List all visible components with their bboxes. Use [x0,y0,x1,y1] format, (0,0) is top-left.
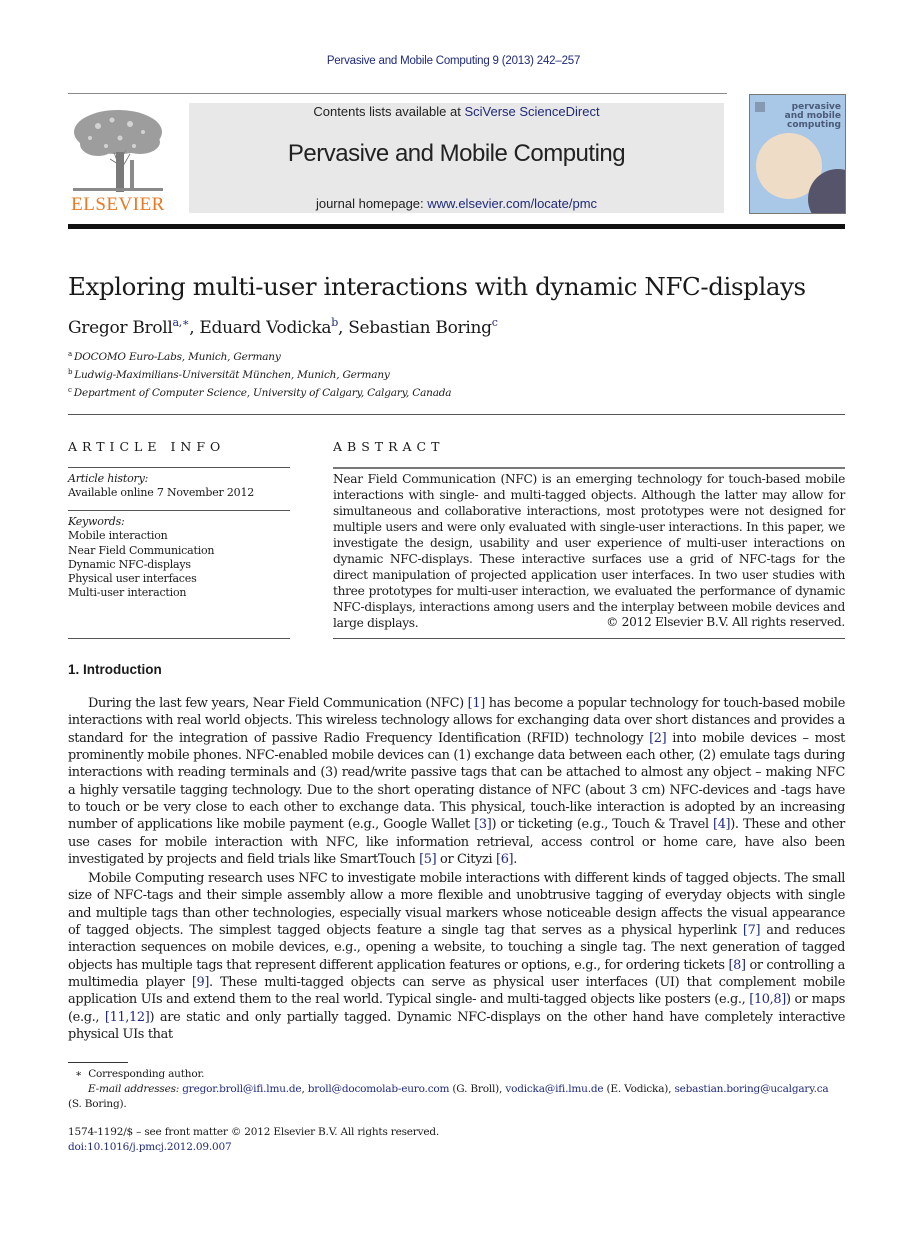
keyword-item: Dynamic NFC-displays [68,557,191,571]
sciencedirect-link[interactable]: SciVerse ScienceDirect [464,104,599,119]
footnote-divider [68,1062,128,1063]
divider [68,414,845,415]
article-title: Exploring multi-user interactions with d… [68,272,806,301]
divider [68,467,290,468]
history-label: Article history: [68,472,149,485]
citation-link[interactable]: [2] [649,731,667,746]
homepage-line: journal homepage: www.elsevier.com/locat… [189,196,724,211]
citation-link[interactable]: [8] [728,958,746,973]
elsevier-wordmark: ELSEVIER [71,194,165,215]
citation-link[interactable]: [11,12] [105,1010,150,1025]
abstract-copyright: © 2012 Elsevier B.V. All rights reserved… [606,615,845,629]
affiliation-mark: b [68,368,73,376]
article-history: Article history: Available online 7 Nove… [68,472,254,501]
section-heading-introduction: 1. Introduction [68,662,162,677]
elsevier-logo[interactable]: ELSEVIER [68,104,168,215]
contents-line: Contents lists available at SciVerse Sci… [189,104,724,119]
affiliation-mark: a [68,350,72,358]
divider [68,638,290,639]
email-label: E-mail addresses: [88,1083,180,1095]
affiliation: a DOCOMO Euro-Labs, Munich, Germany [68,350,281,363]
divider [333,467,845,469]
keyword-item: Multi-user interaction [68,586,187,600]
affiliation-text: DOCOMO Euro-Labs, Munich, Germany [73,351,281,363]
citation-link[interactable]: [7] [743,923,761,938]
homepage-prefix: journal homepage: [315,196,428,211]
affiliation: c Department of Computer Science, Univers… [68,386,452,399]
corresponding-author-note: ∗ Corresponding author. [75,1067,204,1082]
journal-homepage-link[interactable]: www.elsevier.com/locate/pmc [427,196,597,211]
cover-title: pervasive and mobile computing [756,103,841,130]
keyword-item: Near Field Communication [68,543,215,557]
divider [333,638,845,639]
running-head: Pervasive and Mobile Computing 9 (2013) … [0,55,907,67]
top-divider [68,93,727,94]
front-matter-note: 1574-1192/$ – see front matter © 2012 El… [68,1126,440,1138]
keyword-item: Mobile interaction [68,529,168,543]
masthead-thick-rule [68,224,845,229]
footnote-mark: ∗ [75,1068,82,1080]
author-name: Eduard Vodicka [199,318,332,338]
cover-title-line: computing [787,120,841,130]
abstract-heading: ABSTRACT [333,439,445,454]
email-link[interactable]: vodicka@ifi.lmu.de [505,1083,603,1095]
affiliation-text: Ludwig-Maximilians-Universität München, … [74,369,390,381]
footnote-text: Corresponding author. [88,1068,205,1080]
journal-name: Pervasive and Mobile Computing [287,140,626,167]
email-addresses: E-mail addresses: gregor.broll@ifi.lmu.d… [68,1082,845,1112]
author-name: Sebastian Boring [348,318,492,338]
abstract-text: Near Field Communication (NFC) is an eme… [333,472,845,630]
doi-link[interactable]: doi:10.1016/j.pmcj.2012.09.007 [68,1141,232,1153]
author-affiliation-link[interactable]: b [331,316,338,329]
keywords-label: Keywords: [68,515,125,528]
author-affiliation-link[interactable]: a,∗ [173,316,190,329]
citation-link[interactable]: [5] [419,852,437,867]
journal-cover-image[interactable]: pervasive and mobile computing [749,94,846,214]
email-link[interactable]: broll@docomolab-euro.com [308,1083,450,1095]
author-list: Gregor Brolla,∗, Eduard Vodickab, Sebast… [68,316,498,338]
citation-link[interactable]: [10,8] [749,992,786,1007]
email-owner: (G. Broll), [449,1083,506,1095]
citation-link[interactable]: [9] [192,975,210,990]
contents-prefix: Contents lists available at [313,104,465,119]
body-paragraph: During the last few years, Near Field Co… [68,696,845,868]
citation-link[interactable]: [4] [713,817,731,832]
body-paragraph: Mobile Computing research uses NFC to in… [68,871,846,1043]
journal-citation-link[interactable]: Pervasive and Mobile Computing 9 (2013) … [327,55,581,67]
citation-link[interactable]: [6] [496,852,514,867]
doi-line: doi:10.1016/j.pmcj.2012.09.007 [68,1140,232,1155]
citation-link[interactable]: [1] [468,696,486,711]
affiliation: b Ludwig-Maximilians-Universität München,… [68,368,390,381]
author-name: Gregor Broll [68,318,173,338]
email-link[interactable]: gregor.broll@ifi.lmu.de [182,1083,301,1095]
history-value: Available online 7 November 2012 [68,486,255,500]
affiliation-text: Department of Computer Science, Universi… [73,387,452,399]
article-info-heading: ARTICLE INFO [68,439,226,454]
email-link[interactable]: sebastian.boring@ucalgary.ca [674,1083,828,1095]
divider [68,510,290,511]
keywords: Keywords: Mobile interaction Near Field … [68,515,215,601]
affiliation-mark: c [68,386,72,394]
keyword-item: Physical user interfaces [68,572,197,586]
author-affiliation-link[interactable]: c [492,316,498,329]
citation-link[interactable]: [3] [474,817,492,832]
email-owner: (S. Boring). [68,1098,127,1110]
elsevier-tree-icon [73,110,163,193]
email-owner: (E. Vodicka), [603,1083,675,1095]
